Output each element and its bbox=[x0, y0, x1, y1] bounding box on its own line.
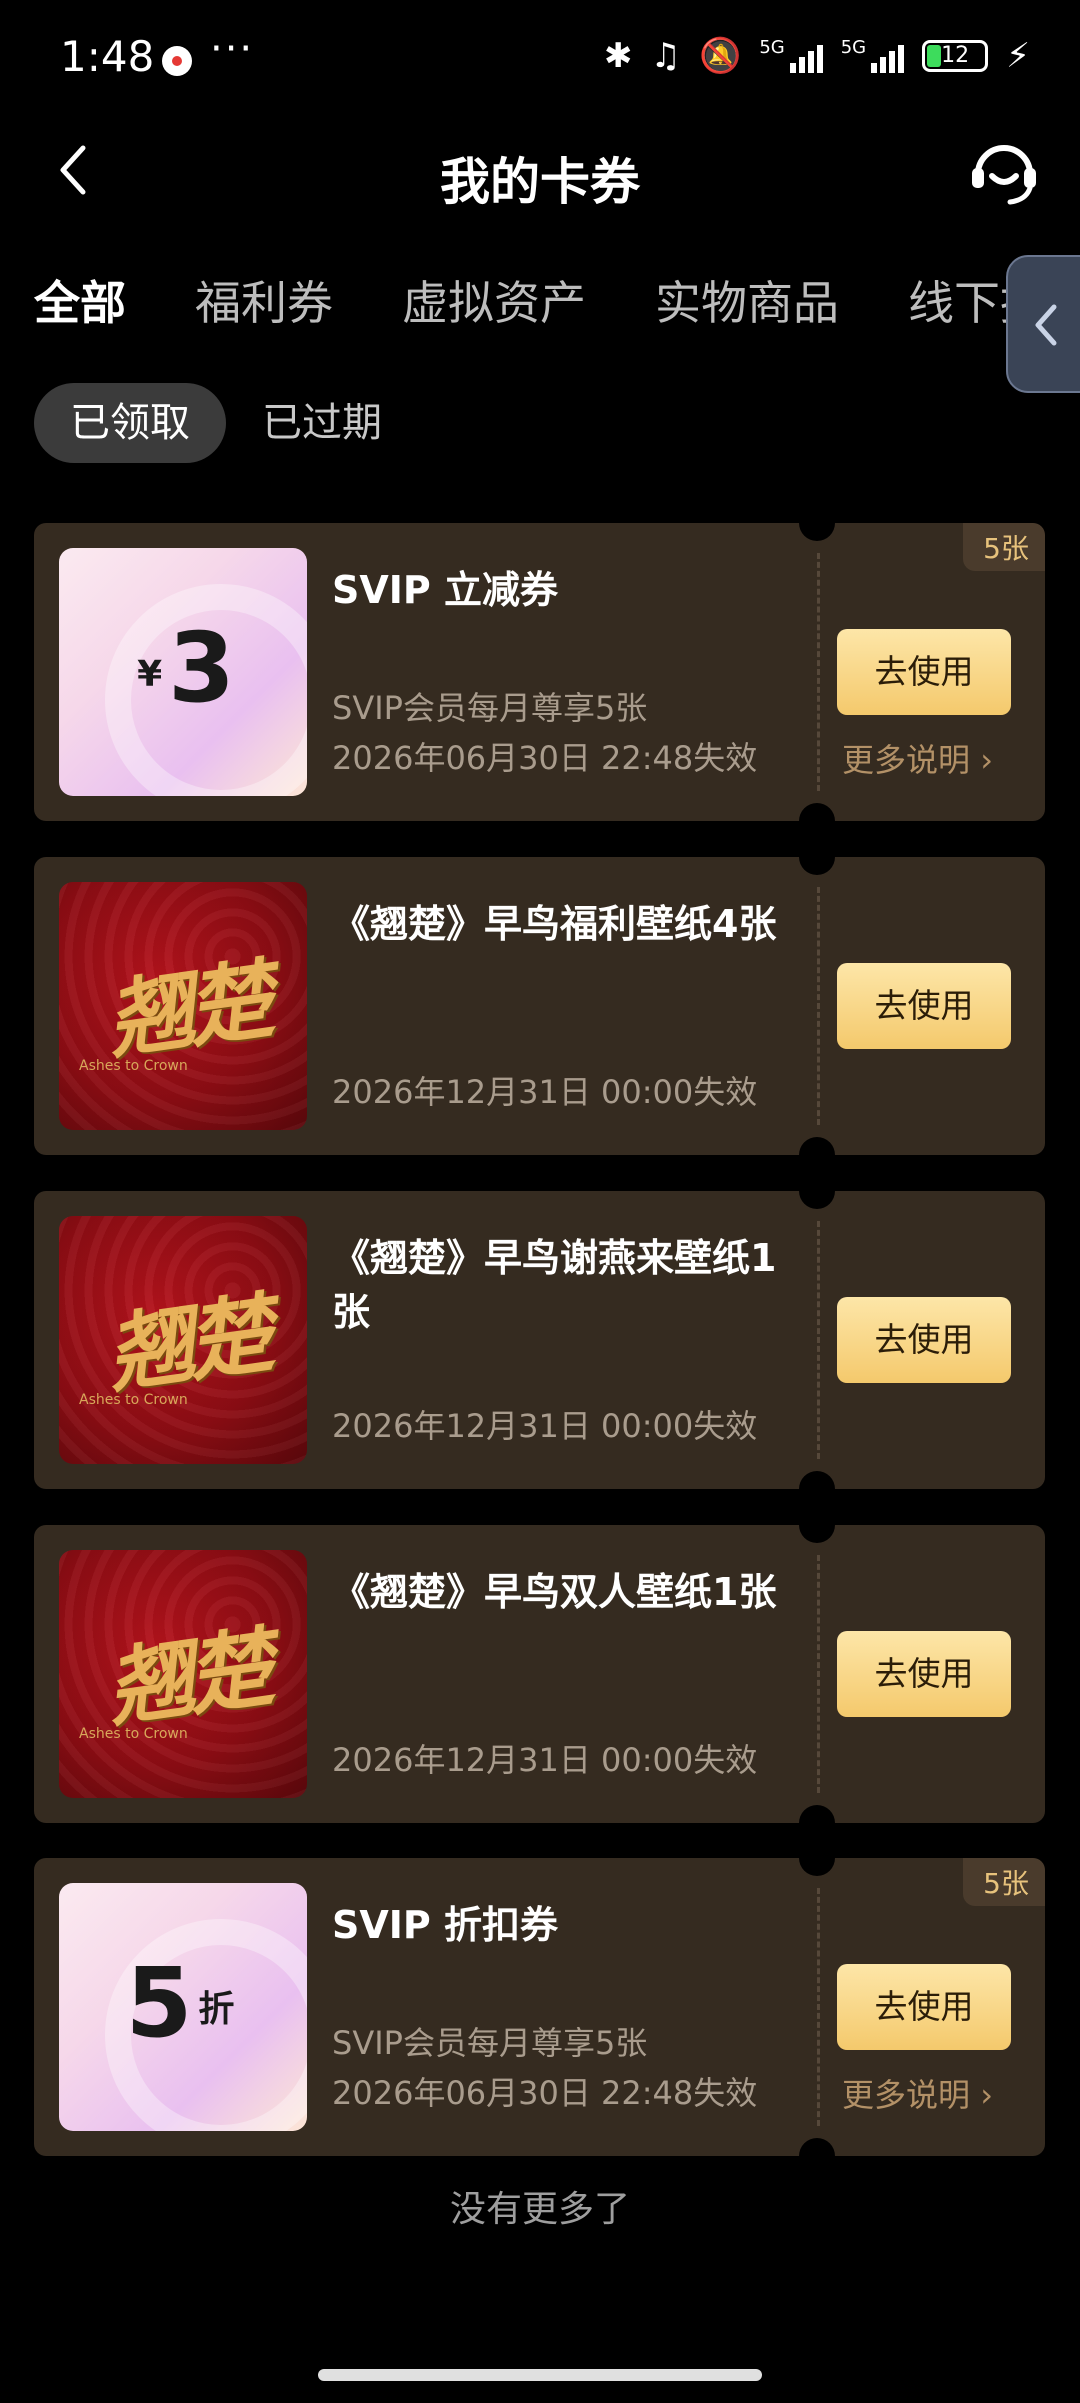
signal-icon: 5G bbox=[841, 39, 905, 73]
quantity-badge: 5张 bbox=[963, 523, 1045, 571]
coupon-thumbnail: 5折 bbox=[59, 1883, 307, 2131]
more-info-link[interactable]: 更多说明 › bbox=[842, 2070, 993, 2116]
card-title: 《翘楚》早鸟双人壁纸1张 bbox=[332, 1570, 777, 1614]
tab-physical-goods[interactable]: 实物商品 bbox=[655, 267, 839, 333]
wallpaper-card: 翘楚 Ashes to Crown 《翘楚》早鸟双人壁纸1张 2026年12月3… bbox=[34, 1525, 1045, 1823]
card-expiry: 2026年12月31日 00:00失效 bbox=[332, 1407, 758, 1445]
coupon-value: 5 bbox=[125, 1947, 193, 2059]
use-button[interactable]: 去使用 bbox=[837, 629, 1011, 715]
end-of-list-text: 没有更多了 bbox=[449, 2189, 630, 2230]
filter-expired[interactable]: 已过期 bbox=[262, 383, 382, 463]
card-expiry: 2026年12月31日 00:00失效 bbox=[332, 1073, 758, 1111]
more-notifications-icon: ··· bbox=[210, 26, 255, 72]
wallpaper-card: 翘楚 Ashes to Crown 《翘楚》早鸟谢燕来壁纸1张 2026年12月… bbox=[34, 1191, 1045, 1489]
coupon-value: 3 bbox=[168, 612, 235, 724]
recording-icon bbox=[162, 46, 192, 76]
tab-virtual-assets[interactable]: 虚拟资产 bbox=[402, 267, 586, 333]
bluetooth-icon: ✱ bbox=[603, 36, 633, 76]
card-expiry: 2026年12月31日 00:00失效 bbox=[332, 1741, 758, 1779]
coupon-card: 5折 SVIP 折扣券 SVIP会员每月尊享5张 2026年06月30日 22:… bbox=[34, 1858, 1045, 2156]
more-info-link[interactable]: 更多说明 › bbox=[842, 735, 993, 781]
status-time: 1:48 bbox=[60, 32, 155, 81]
coupon-thumbnail: ¥3 bbox=[59, 548, 307, 796]
quantity-badge: 5张 bbox=[963, 1858, 1045, 1906]
coupon-card: ¥3 SVIP 立减券 SVIP会员每月尊享5张 2026年06月30日 22:… bbox=[34, 523, 1045, 821]
card-expiry: 2026年06月30日 22:48失效 bbox=[332, 739, 758, 777]
charging-icon: ⚡ bbox=[1006, 36, 1030, 76]
chevron-right-icon: › bbox=[980, 741, 993, 779]
wallpaper-thumbnail: 翘楚 Ashes to Crown bbox=[59, 1550, 307, 1798]
use-button[interactable]: 去使用 bbox=[837, 1631, 1011, 1717]
wallpaper-thumbnail: 翘楚 Ashes to Crown bbox=[59, 882, 307, 1130]
chevron-right-icon: › bbox=[980, 2076, 993, 2114]
card-description: SVIP会员每月尊享5张 bbox=[332, 2024, 648, 2062]
mute-icon: 🔕 bbox=[698, 36, 742, 76]
card-title: SVIP 立减券 bbox=[332, 568, 558, 612]
side-panel-handle[interactable] bbox=[1006, 255, 1080, 393]
home-indicator[interactable] bbox=[318, 2369, 762, 2381]
customer-service-icon[interactable] bbox=[964, 130, 1044, 210]
use-button[interactable]: 去使用 bbox=[837, 1297, 1011, 1383]
use-button[interactable]: 去使用 bbox=[837, 963, 1011, 1049]
use-button[interactable]: 去使用 bbox=[837, 1964, 1011, 2050]
tab-welfare-coupon[interactable]: 福利券 bbox=[195, 267, 333, 333]
wallpaper-thumbnail: 翘楚 Ashes to Crown bbox=[59, 1216, 307, 1464]
card-title: SVIP 折扣券 bbox=[332, 1903, 558, 1947]
earbuds-icon: ♫ bbox=[650, 36, 681, 76]
signal-icon: 5G bbox=[759, 39, 823, 73]
card-description: SVIP会员每月尊享5张 bbox=[332, 689, 648, 727]
app-header: 我的卡券 bbox=[0, 120, 1080, 230]
filter-claimed[interactable]: 已领取 bbox=[34, 383, 226, 463]
tab-all[interactable]: 全部 bbox=[34, 267, 126, 333]
page-title: 我的卡券 bbox=[440, 153, 640, 211]
battery-icon: 12 bbox=[922, 40, 989, 72]
chevron-left-icon bbox=[1035, 304, 1057, 346]
card-title: 《翘楚》早鸟福利壁纸4张 bbox=[332, 902, 777, 946]
status-bar: 1:48 ··· ✱ ♫ 🔕 5G 5G 12 ⚡ bbox=[0, 0, 1080, 120]
card-title: 《翘楚》早鸟谢燕来壁纸1张 bbox=[332, 1236, 777, 1334]
status-icons: ✱ ♫ 🔕 5G 5G 12 ⚡ bbox=[604, 36, 1030, 76]
category-tabs: 全部 福利券 虚拟资产 实物商品 线下报名 bbox=[0, 255, 1080, 335]
card-expiry: 2026年06月30日 22:48失效 bbox=[332, 2074, 758, 2112]
wallpaper-card: 翘楚 Ashes to Crown 《翘楚》早鸟福利壁纸4张 2026年12月3… bbox=[34, 857, 1045, 1155]
